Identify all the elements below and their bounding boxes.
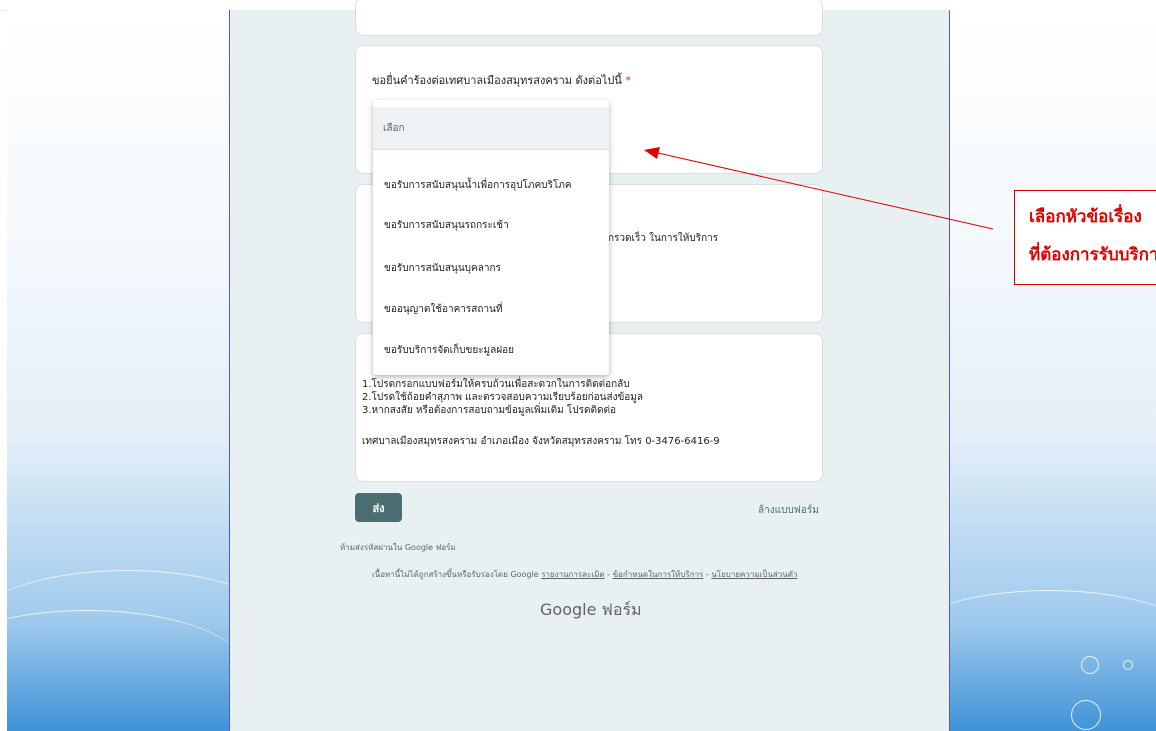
annotation-line: เลือกหัวข้อเรื่อง bbox=[1029, 207, 1142, 227]
arrow-line bbox=[657, 152, 994, 230]
arrow-head bbox=[644, 147, 660, 159]
annotation-box: เลือกหัวข้อเรื่อง ที่ต้องการรับบริการ bbox=[1014, 190, 1156, 285]
annotation-line: ที่ต้องการรับบริการ bbox=[1029, 245, 1156, 265]
annotation-arrow bbox=[644, 147, 994, 230]
